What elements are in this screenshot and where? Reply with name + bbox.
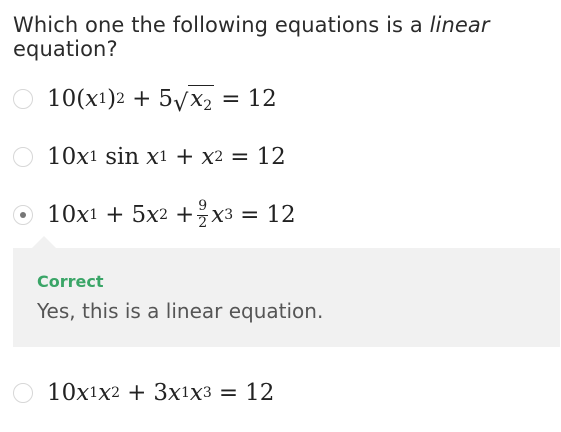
answer-option-2[interactable]: 10 x 1 sin x 1 + x 2 = 12 [13,139,286,175]
equation: 10(x 1) 2 +5 √ x2 = 12 [47,85,277,117]
question-prefix: Which one the following equations is a [13,13,423,37]
equation: 10 x 1 +5 x 2 +9 2 x 3 = 12 [47,198,296,231]
radio-button-selected[interactable] [13,205,33,225]
equation: 10 x 1 x 2 +3 x 1 x 3 = 12 [47,380,275,406]
feedback-message: Yes, this is a linear equation. [37,299,324,323]
equation: 10 x 1 sin x 1 + x 2 = 12 [47,144,286,170]
radio-button[interactable] [13,383,33,403]
answer-option-3[interactable]: 10 x 1 +5 x 2 +9 2 x 3 = 12 [13,197,296,233]
radio-button[interactable] [13,147,33,167]
answer-option-1[interactable]: 10(x 1) 2 +5 √ x2 = 12 [13,81,277,117]
feedback-panel: Correct Yes, this is a linear equation. [13,236,560,347]
radio-button[interactable] [13,89,33,109]
question-text: Which one the following equations is a l… [13,13,561,61]
feedback-pointer [32,236,56,248]
answer-option-4[interactable]: 10 x 1 x 2 +3 x 1 x 3 = 12 [13,375,274,411]
question-emphasis: linear [429,13,490,37]
question-suffix: equation? [13,37,118,61]
feedback-title: Correct [37,272,104,291]
radio-dot-icon [20,212,26,218]
